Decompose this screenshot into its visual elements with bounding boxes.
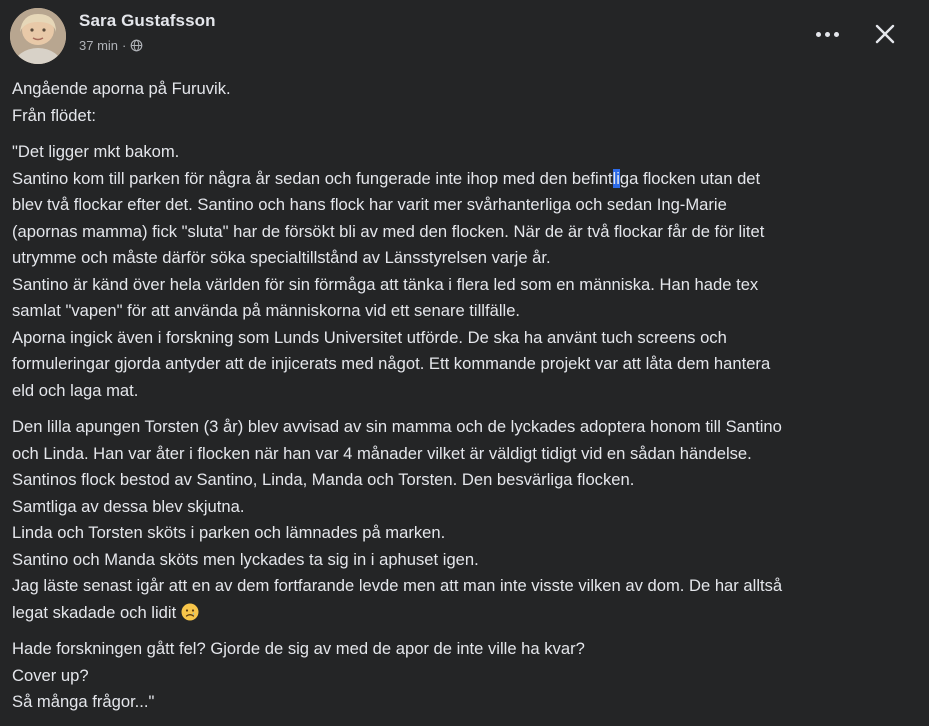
post-meta: 37 min · — [79, 38, 143, 53]
quote-line: (apornas mamma) fick "sluta" har de förs… — [12, 221, 765, 241]
story-line: Samtliga av dessa blev skjutna. — [12, 496, 245, 516]
quote-line: "Det ligger mkt bakom. — [12, 142, 180, 161]
avatar[interactable] — [10, 8, 66, 64]
post-time[interactable]: 37 min — [79, 38, 118, 53]
quote-line: formuleringar gjorda antyder att de inji… — [12, 354, 771, 373]
post-actions — [813, 20, 899, 48]
closing-line: Hade forskningen gått fel? Gjorde de sig… — [12, 639, 585, 658]
close-icon — [875, 24, 895, 44]
quote-text: ga flocken utan det — [619, 168, 761, 188]
story-text: legat skadade och lidit — [12, 602, 177, 622]
story-line: Linda och Torsten sköts i parken och läm… — [12, 523, 446, 542]
intro-line: Angående aporna på Furuvik. — [12, 79, 231, 98]
story-line: och Linda. Han var åter i flocken när ha… — [12, 443, 752, 463]
text-selection: li — [612, 168, 620, 188]
closing-line: Cover up? — [12, 665, 89, 685]
story-line: Santino och Manda sköts men lyckades ta … — [12, 549, 479, 569]
story-line: Santinos flock bestod av Santino, Linda,… — [12, 470, 635, 489]
quote-line: Santino kom till parken för några år sed… — [12, 166, 917, 193]
post-closing: Hade forskningen gått fel? Gjorde de sig… — [12, 636, 917, 716]
sad-face-emoji — [181, 603, 199, 620]
intro-line: Från flödet: — [12, 105, 96, 125]
story-line: legat skadade och lidit — [12, 600, 917, 627]
story-line: Jag läste senast igår att en av dem fort… — [12, 576, 783, 595]
avatar-image — [10, 8, 66, 64]
post-story: Den lilla apungen Torsten (3 år) blev av… — [12, 414, 917, 626]
post-intro: Angående aporna på Furuvik. Från flödet: — [12, 76, 917, 129]
post-body: Angående aporna på Furuvik. Från flödet:… — [12, 76, 917, 726]
post-quote: "Det ligger mkt bakom. Santino kom till … — [12, 139, 917, 404]
author-name[interactable]: Sara Gustafsson — [79, 11, 216, 31]
more-options-icon — [815, 31, 839, 37]
post-header: Sara Gustafsson 37 min · — [10, 8, 929, 70]
close-button[interactable] — [871, 20, 899, 48]
quote-line: utrymme och måste därför söka specialtil… — [12, 248, 551, 267]
more-options-button[interactable] — [813, 20, 841, 48]
quote-line: Aporna ingick även i forskning som Lunds… — [12, 327, 727, 347]
facebook-post: Sara Gustafsson 37 min · Angående aporna… — [0, 0, 929, 711]
quote-line: samlat "vapen" för att använda på männis… — [12, 301, 521, 320]
meta-separator: · — [122, 38, 127, 53]
quote-line: blev två flockar efter det. Santino och … — [12, 195, 727, 214]
quote-line: eld och laga mat. — [12, 380, 139, 400]
closing-line: Så många frågor..." — [12, 692, 155, 711]
quote-text: Santino kom till parken för några år sed… — [12, 168, 613, 188]
globe-icon[interactable] — [130, 39, 143, 52]
story-line: Den lilla apungen Torsten (3 år) blev av… — [12, 417, 782, 436]
quote-line: Santino är känd över hela världen för si… — [12, 274, 759, 294]
